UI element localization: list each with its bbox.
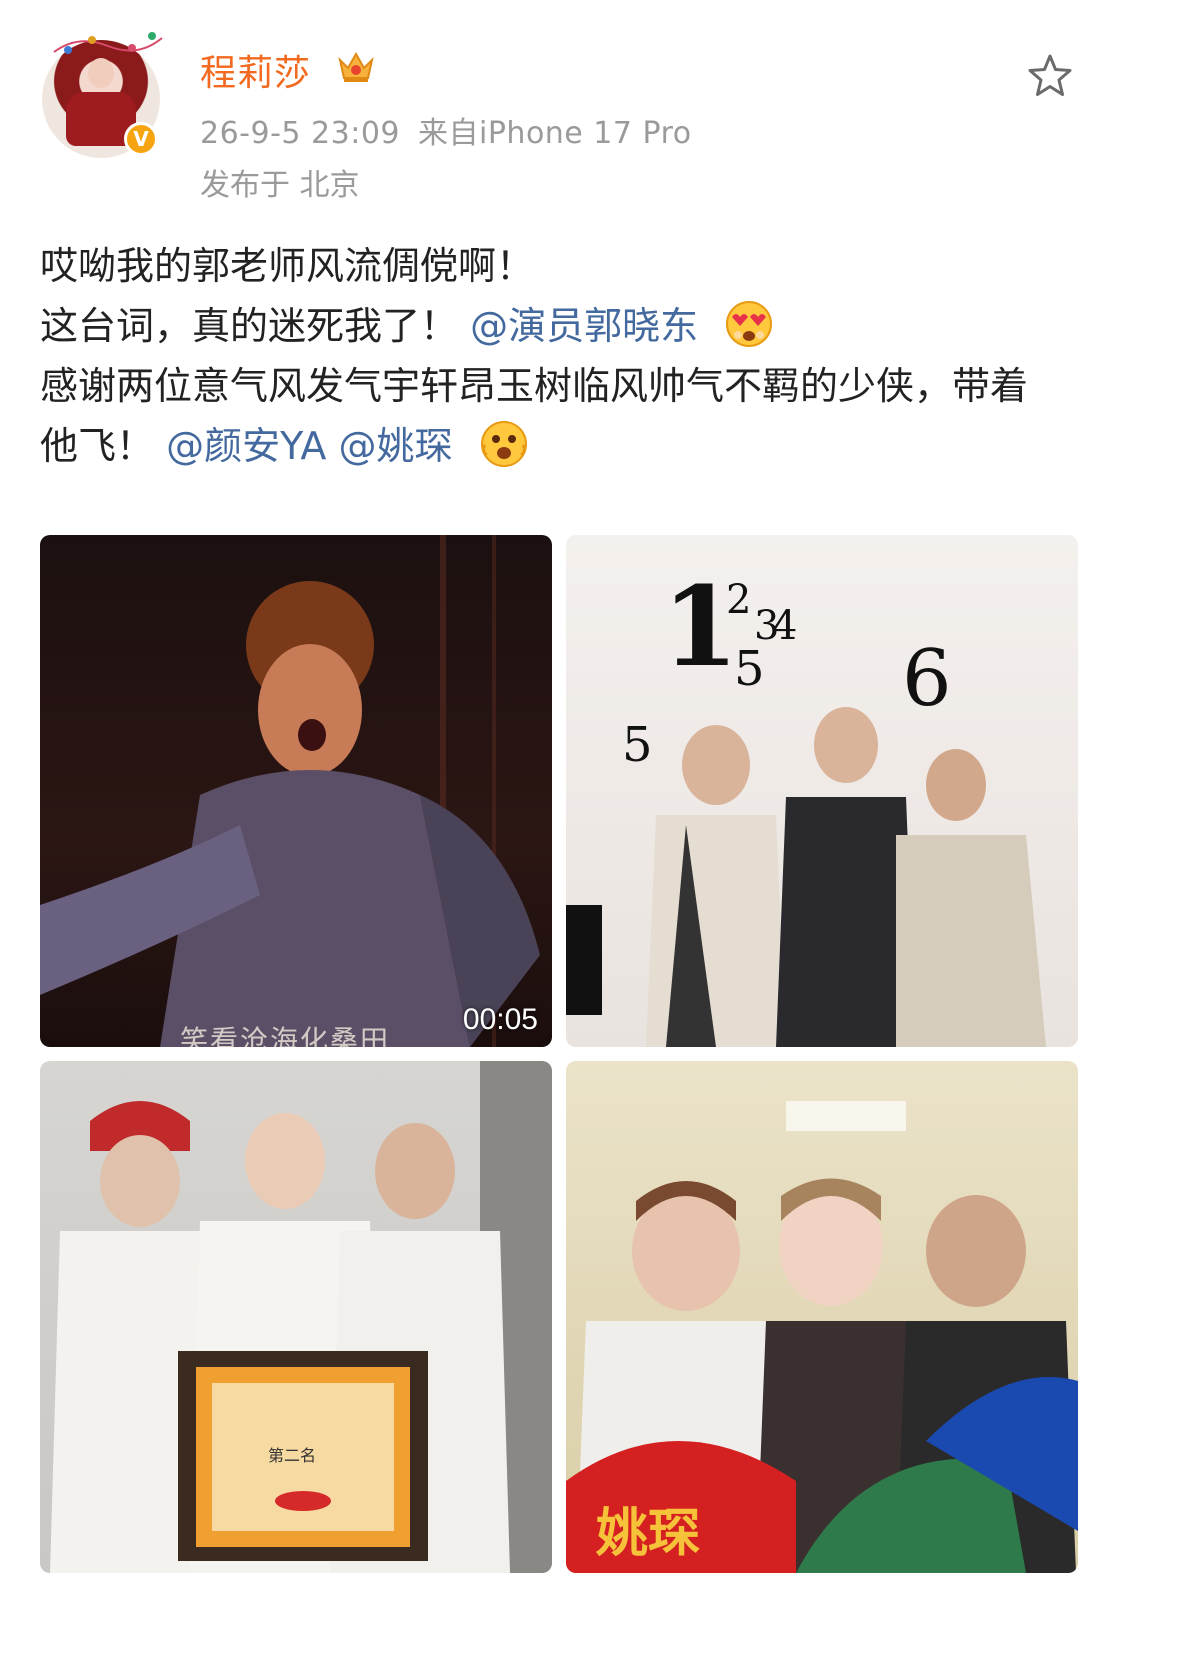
post-text: 这台词，真的迷死我了！ <box>40 304 459 348</box>
video-duration: 00:05 <box>462 1003 538 1036</box>
poster-number: 4 <box>772 603 797 649</box>
poster-number: 2 <box>726 577 751 623</box>
post-content: 哎呦我的郭老师风流倜傥啊！ 这台词，真的迷死我了！ @演员郭晓东 感谢两位意气风… <box>40 236 1050 476</box>
video-thumbnail[interactable]: 笑看沧海化桑田 00:05 <box>40 535 552 1047</box>
performer-image <box>40 535 540 1047</box>
mention-link[interactable]: @姚琛 <box>338 424 452 468</box>
heart-eyes-emoji-icon <box>726 301 773 347</box>
poster-number: 6 <box>902 634 952 724</box>
video-subtitle: 笑看沧海化桑田 <box>180 1024 391 1047</box>
poster-number: 5 <box>734 641 765 697</box>
post-time: 26-9-5 23:09 <box>200 116 400 151</box>
crown-icon <box>338 51 374 82</box>
image-thumbnail[interactable]: 第二名 <box>40 1061 552 1573</box>
image-thumbnail[interactable]: 姚琛 <box>566 1061 1078 1573</box>
username[interactable]: 程莉莎 <box>200 44 311 96</box>
post-line: 哎呦我的郭老师风流倜傥啊！ <box>40 244 535 288</box>
fan-text: 姚琛 <box>595 1504 700 1564</box>
post-meta: 26-9-5 23:09 来自iPhone 17 Pro <box>200 108 692 152</box>
image-thumbnail[interactable]: 1 2 3 4 5 6 5 <box>566 535 1078 1047</box>
group-poster-image: 1 2 3 4 5 6 5 <box>566 562 1046 1047</box>
post-source: 来自iPhone 17 Pro <box>418 116 692 151</box>
excited-emoji-icon <box>480 421 527 467</box>
post-location: 发布于 北京 <box>200 168 360 203</box>
poster-number: 5 <box>622 717 653 773</box>
certificate-photo-image: 第二名 <box>50 1061 552 1573</box>
avatar-face <box>88 58 114 88</box>
post-line: 感谢两位意气风发气宇轩昂玉树临风帅气不羁的少侠，带着他飞！ @颜安YA @姚琛 <box>40 356 1050 476</box>
star-favorite-icon[interactable] <box>1026 52 1074 100</box>
post-line: 这台词，真的迷死我了！ @演员郭晓东 <box>40 296 1050 356</box>
mention-link[interactable]: @演员郭晓东 <box>470 304 698 348</box>
fan-photo-image: 姚琛 <box>566 1101 1078 1573</box>
verified-badge-icon: V <box>124 122 158 156</box>
mention-link[interactable]: @颜安YA <box>166 424 326 468</box>
certificate-text: 第二名 <box>268 1446 316 1465</box>
